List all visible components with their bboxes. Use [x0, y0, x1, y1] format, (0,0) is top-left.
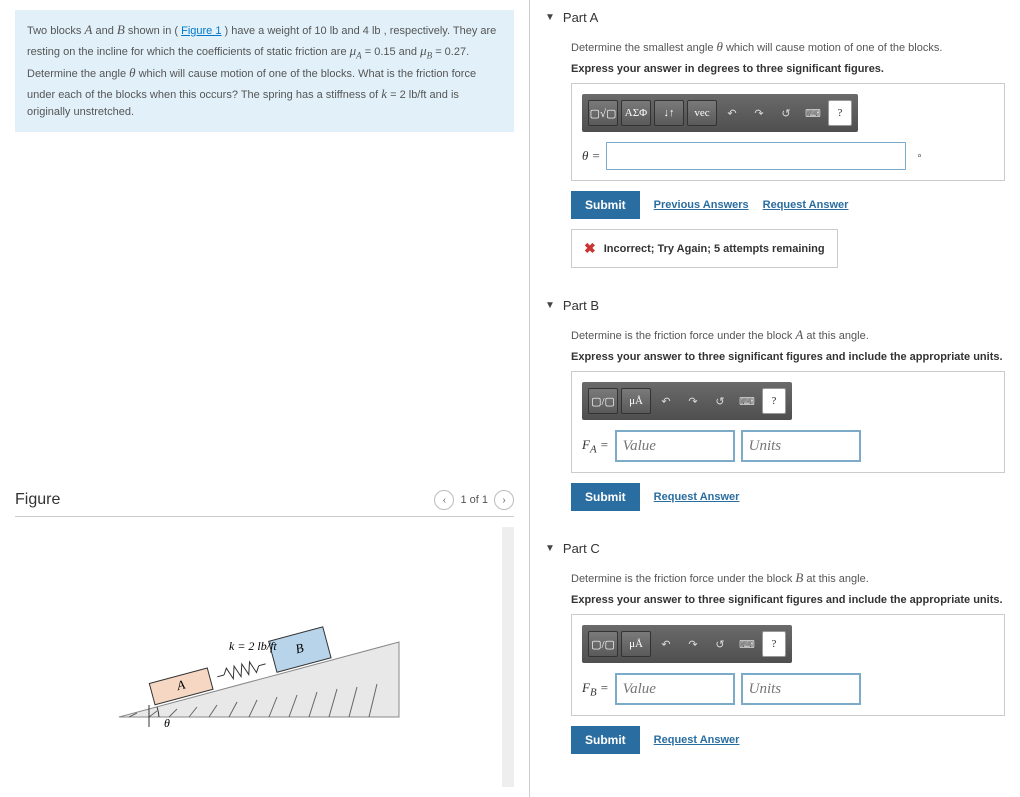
units-input[interactable]	[741, 430, 861, 462]
var-a: A	[84, 22, 92, 37]
undo-button[interactable]: ↶	[720, 100, 744, 126]
units-button[interactable]: μÅ	[621, 388, 651, 414]
submit-button[interactable]: Submit	[571, 191, 640, 219]
help-button[interactable]: ?	[762, 631, 786, 657]
greek-button[interactable]: ΑΣΦ	[621, 100, 651, 126]
redo-button[interactable]: ↷	[681, 631, 705, 657]
feedback-text: Incorrect; Try Again; 5 attempts remaini…	[604, 243, 825, 255]
theta-input[interactable]	[606, 142, 906, 170]
part-b-prompt2: Express your answer to three significant…	[571, 351, 1005, 363]
text: and	[95, 25, 116, 37]
equation-toolbar: ▢/▢ μÅ ↶ ↷ ↺ ⌨ ?	[582, 625, 792, 663]
k-unit: lb/ft	[409, 89, 427, 101]
units-button[interactable]: μÅ	[621, 631, 651, 657]
fa-label: FA =	[582, 437, 609, 456]
units-input[interactable]	[741, 673, 861, 705]
value-input[interactable]	[615, 430, 735, 462]
part-b: ▼ Part B Determine is the friction force…	[545, 298, 1005, 511]
value-input[interactable]	[615, 673, 735, 705]
vec-button[interactable]: vec	[687, 100, 717, 126]
collapse-icon[interactable]: ▼	[545, 543, 555, 554]
text: ) have a weight of 10	[225, 25, 330, 37]
unit: lb	[372, 25, 381, 37]
undo-button[interactable]: ↶	[654, 388, 678, 414]
equation-toolbar: ▢√▢ ΑΣΦ ↓↑ vec ↶ ↷ ↺ ⌨ ?	[582, 94, 858, 132]
feedback-box: ✖ Incorrect; Try Again; 5 attempts remai…	[571, 229, 838, 268]
text: = 0.15 and	[365, 46, 420, 58]
fb-label: FB =	[582, 680, 609, 699]
fraction-button[interactable]: ▢/▢	[588, 631, 618, 657]
part-c-prompt2: Express your answer to three significant…	[571, 594, 1005, 606]
request-answer-link[interactable]: Request Answer	[654, 734, 740, 746]
equation-toolbar: ▢/▢ μÅ ↶ ↷ ↺ ⌨ ?	[582, 382, 792, 420]
previous-answers-link[interactable]: Previous Answers	[654, 199, 749, 211]
keyboard-button[interactable]: ⌨	[801, 100, 825, 126]
reset-button[interactable]: ↺	[774, 100, 798, 126]
collapse-icon[interactable]: ▼	[545, 300, 555, 311]
figure-pager: 1 of 1	[460, 494, 488, 506]
part-a-title: Part A	[563, 10, 598, 25]
mu-a: μA	[350, 43, 362, 58]
redo-button[interactable]: ↷	[747, 100, 771, 126]
fraction-button[interactable]: ▢/▢	[588, 388, 618, 414]
part-b-prompt1: Determine is the friction force under th…	[571, 327, 1005, 343]
problem-statement: Two blocks A and B shown in ( Figure 1 )…	[15, 10, 514, 132]
unit: lb	[330, 25, 339, 37]
part-a-prompt1: Determine the smallest angle θ which wil…	[571, 39, 1005, 55]
text: shown in (	[128, 25, 178, 37]
templates-button[interactable]: ▢√▢	[588, 100, 618, 126]
figure-canvas: A B k = 2 lb/ft θ	[15, 527, 514, 787]
answer-box-c: ▢/▢ μÅ ↶ ↷ ↺ ⌨ ? FB =	[571, 614, 1005, 716]
subscript-button[interactable]: ↓↑	[654, 100, 684, 126]
answer-box-a: ▢√▢ ΑΣΦ ↓↑ vec ↶ ↷ ↺ ⌨ ? θ = ∘	[571, 83, 1005, 181]
submit-button[interactable]: Submit	[571, 483, 640, 511]
redo-button[interactable]: ↷	[681, 388, 705, 414]
help-button[interactable]: ?	[828, 100, 852, 126]
part-c-title: Part C	[563, 541, 600, 556]
next-figure-button[interactable]: ›	[494, 490, 514, 510]
part-c: ▼ Part C Determine is the friction force…	[545, 541, 1005, 754]
theta-label: θ	[164, 716, 170, 730]
var-b: B	[117, 22, 125, 37]
k: k	[381, 86, 387, 101]
text: Two blocks	[27, 25, 84, 37]
k-label: k = 2 lb/ft	[229, 639, 277, 653]
request-answer-link[interactable]: Request Answer	[763, 199, 849, 211]
theta-label: θ =	[582, 148, 600, 164]
keyboard-button[interactable]: ⌨	[735, 631, 759, 657]
prev-figure-button[interactable]: ‹	[434, 490, 454, 510]
part-a-prompt2: Express your answer in degrees to three …	[571, 63, 1005, 75]
part-b-title: Part B	[563, 298, 599, 313]
reset-button[interactable]: ↺	[708, 631, 732, 657]
incorrect-icon: ✖	[584, 240, 596, 257]
part-c-prompt1: Determine is the friction force under th…	[571, 570, 1005, 586]
reset-button[interactable]: ↺	[708, 388, 732, 414]
answer-box-b: ▢/▢ μÅ ↶ ↷ ↺ ⌨ ? FA =	[571, 371, 1005, 473]
figure-link[interactable]: Figure 1	[181, 25, 221, 37]
request-answer-link[interactable]: Request Answer	[654, 491, 740, 503]
text: = 2	[390, 89, 409, 101]
theta: θ	[129, 65, 135, 80]
keyboard-button[interactable]: ⌨	[735, 388, 759, 414]
undo-button[interactable]: ↶	[654, 631, 678, 657]
degree-unit: ∘	[916, 151, 922, 162]
incline-diagram: A B k = 2 lb/ft θ	[89, 567, 429, 747]
text: and 4	[341, 25, 372, 37]
figure-title: Figure	[15, 491, 60, 509]
part-a: ▼ Part A Determine the smallest angle θ …	[545, 10, 1005, 268]
help-button[interactable]: ?	[762, 388, 786, 414]
collapse-icon[interactable]: ▼	[545, 12, 555, 23]
submit-button[interactable]: Submit	[571, 726, 640, 754]
mu-b: μB	[420, 43, 432, 58]
